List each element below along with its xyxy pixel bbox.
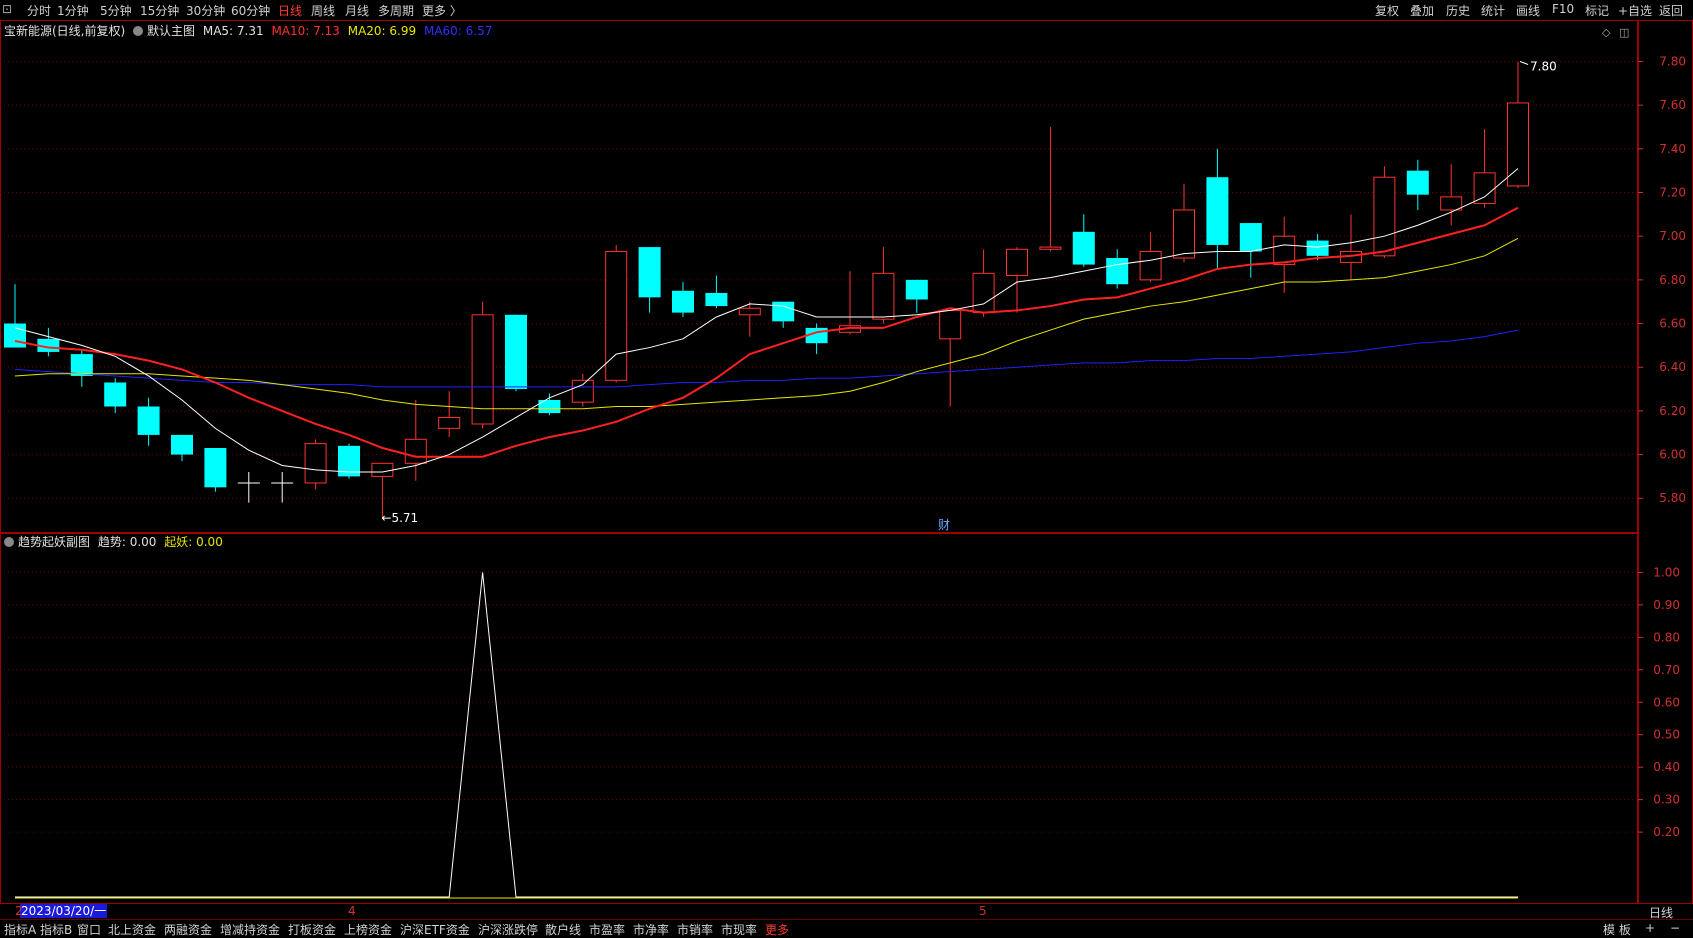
tab-holding-change[interactable]: 增减持资金: [220, 921, 280, 938]
candle-down: [1206, 177, 1229, 245]
candle-down: [1239, 223, 1262, 252]
candle-up: [872, 272, 895, 320]
candle-up: [1173, 209, 1195, 259]
candle-up: [1039, 246, 1062, 250]
chart-canvas: 7.80 7.60 7.40 7.20 7.00 6.80 6.60 6.40 6.20 6.00…: [0, 26, 1686, 899]
sub-tick-label: 0.50: [1653, 728, 1680, 742]
tab-billboard-funds[interactable]: 上榜资金: [344, 921, 392, 938]
tab-pcf[interactable]: 市现率: [721, 921, 757, 938]
sub-tick-label: 0.60: [1653, 695, 1680, 709]
candle-up: [571, 379, 594, 403]
panel-toggle-icon: ◫: [1619, 26, 1629, 39]
candle-up: [1373, 176, 1396, 257]
sub-tick-label: 0.80: [1653, 630, 1680, 644]
sub-tick-label: 0.90: [1653, 598, 1680, 612]
tab-limit-up-funds[interactable]: 打板资金: [288, 921, 336, 938]
tab-margin[interactable]: 两融资金: [164, 921, 212, 938]
candle-up: [1473, 172, 1496, 204]
candle-down: [505, 314, 527, 390]
candle-down: [1306, 240, 1329, 256]
ma60-line: [14, 329, 1519, 388]
tab-limit-stats[interactable]: 沪深涨跌停: [478, 921, 538, 938]
candle-down: [1406, 170, 1429, 195]
candle-down: [137, 406, 160, 435]
template-button[interactable]: 模 板: [1603, 921, 1631, 938]
candle-up: [404, 438, 427, 464]
month-mark-feb: 2: [15, 904, 23, 918]
price-tick-label: 7.60: [1659, 98, 1686, 112]
price-tick-label: 5.80: [1659, 491, 1686, 505]
candle-down: [905, 279, 928, 300]
candle-down: [638, 247, 661, 298]
bottom-tab-bar: 指标A 指标B 窗口 北上资金 两融资金 增减持资金 打板资金 上榜资金 沪深E…: [0, 919, 1693, 938]
price-tick-label: 7.40: [1659, 142, 1686, 156]
tab-window[interactable]: 窗口: [77, 921, 101, 938]
price-tick-label: 6.60: [1659, 317, 1686, 331]
price-tick-label: 6.40: [1659, 360, 1686, 374]
month-mark-may: 5: [979, 904, 987, 918]
candle-down: [1072, 231, 1095, 265]
tab-indicator-a[interactable]: 指标A: [4, 921, 36, 938]
tab-ps[interactable]: 市销率: [677, 921, 713, 938]
candle-down: [705, 292, 728, 307]
crosshair-date-label: 2023/03/20/一: [20, 904, 108, 918]
candle-up: [1139, 250, 1162, 281]
candle-down: [1106, 258, 1129, 285]
candle-down: [204, 448, 227, 488]
price-tick-label: 6.80: [1659, 273, 1686, 287]
tab-etf-funds[interactable]: 沪深ETF资金: [400, 921, 470, 938]
candle-up: [1507, 102, 1529, 187]
candle-up: [1440, 196, 1463, 211]
price-tick-label: 6.20: [1659, 404, 1686, 418]
finance-marker: 财: [938, 518, 950, 532]
price-tick-label: 7.80: [1659, 54, 1686, 68]
candle-down: [772, 301, 795, 322]
tab-indicator-b[interactable]: 指标B: [40, 921, 72, 938]
candle-up: [438, 416, 461, 429]
tab-pb[interactable]: 市净率: [633, 921, 669, 938]
ma5-line: [14, 168, 1519, 473]
sub-tick-label: 0.70: [1653, 663, 1680, 677]
candle-up: [304, 443, 327, 484]
tab-pe[interactable]: 市盈率: [589, 921, 625, 938]
candle-down: [4, 323, 26, 348]
tab-northbound[interactable]: 北上资金: [108, 921, 156, 938]
candle-down: [171, 434, 193, 455]
candle-up: [972, 272, 995, 314]
candle-up: [738, 307, 761, 316]
candle-up: [1273, 235, 1296, 266]
candle-up: [371, 462, 394, 477]
candle-up: [939, 309, 962, 340]
sub-tick-label: 0.40: [1653, 760, 1680, 774]
candle-down: [104, 382, 127, 407]
sub-tick-label: 0.30: [1653, 793, 1680, 807]
candle-up: [1006, 248, 1028, 276]
zoom-out-button[interactable]: −: [1670, 921, 1680, 935]
price-tick-label: 7.20: [1659, 186, 1686, 200]
sub-tick-label: 0.20: [1653, 825, 1680, 839]
low-marker-label: ←5.71: [381, 511, 418, 525]
diamond-icon: ◇: [1602, 26, 1611, 39]
tab-more-indicators[interactable]: 更多: [765, 921, 789, 938]
high-marker-label: 7.80: [1530, 59, 1557, 73]
candle-down: [672, 290, 694, 313]
candle-down: [70, 354, 93, 376]
month-mark-apr: 4: [348, 904, 356, 918]
candle-up: [471, 314, 494, 425]
price-tick-label: 7.00: [1659, 229, 1686, 243]
tab-retail-line[interactable]: 散户线: [545, 921, 581, 938]
zoom-in-button[interactable]: +: [1645, 921, 1655, 935]
sub-tick-label: 1.00: [1653, 565, 1680, 579]
price-tick-label: 6.00: [1659, 448, 1686, 462]
